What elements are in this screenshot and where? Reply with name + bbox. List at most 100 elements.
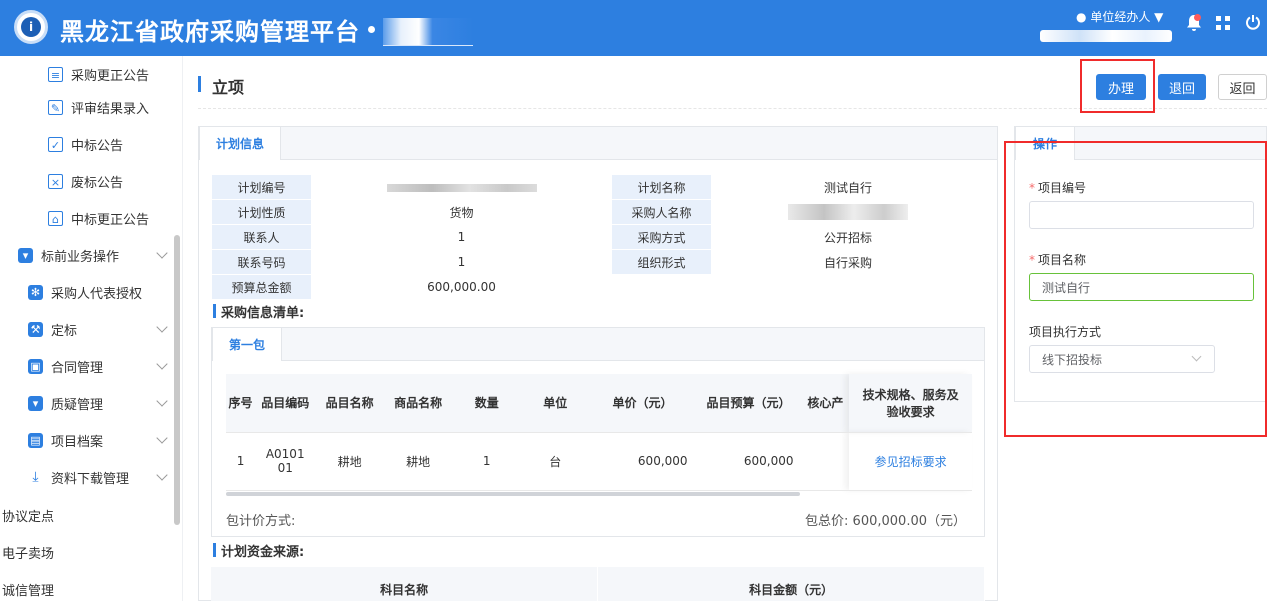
contact-value: 1 [311,224,612,250]
col-code: 品目编码 [255,374,316,433]
sidebar-item-label: 质疑管理 [51,398,104,413]
section-accent-bar [213,543,216,557]
col-qty: 数量 [452,374,522,433]
book-icon: ▤ [28,433,43,448]
cell-qty: 1 [452,432,522,491]
spec-link[interactable]: 参见招标要求 [849,432,972,491]
region-selector[interactable] [383,18,473,46]
table-row: 预算总金额 600,000.00 [211,274,985,300]
chevron-down-icon [156,469,168,481]
chevron-down-icon [156,358,168,370]
fund-source-title: 计划资金来源: [221,545,305,560]
cell-index: 1 [226,432,256,491]
plan-nature-label: 计划性质 [211,199,312,225]
package-panel: 第一包 序号 品目编码 品目名称 商品名称 数量 单位 单价（元） 品目预算（元… [211,327,985,537]
buyer-name-label: 采购人名称 [611,199,712,225]
cell-price: 600,000 [589,432,696,491]
col-subject-name: 科目名称 [211,567,599,601]
sidebar-item-label: 定标 [51,324,78,339]
sidebar-item-credit[interactable]: 诚信管理 [2,571,172,601]
cell-category: 耕地 [315,432,384,491]
sidebar-item-award-correction[interactable]: ⌂ 中标更正公告 [48,200,220,237]
empty-cell [611,274,985,300]
user-role-menu[interactable]: ● 单位经办人 ▼ [1076,8,1163,25]
lock-icon: ▣ [28,359,43,374]
operation-panel: 操作 * 项目编号 * 项目名称 测试自行 项目执行方式 线下招投标 [1014,126,1267,402]
sidebar-item-label: 诚信管理 [2,584,55,599]
sidebar-item-buyer-auth[interactable]: ✻ 采购人代表授权 [28,274,172,311]
sidebar-item-label: 资料下载管理 [51,472,130,487]
purchase-method-value: 公开招标 [711,224,985,250]
table-row: 1 A010101 耕地 耕地 1 台 600,000 600,000 参见招标… [226,432,972,491]
table-row: 联系号码 1 组织形式 自行采购 [211,249,985,275]
plan-nature-value: 货物 [311,199,612,225]
page-title: 立项 [212,78,245,97]
plan-tabbar: 计划信息 [199,126,997,160]
download-icon: ⤓ [32,469,39,485]
sidebar-item-archive[interactable]: ▤ 项目档案 [28,422,172,459]
app-logo: i [14,10,48,44]
sidebar-item-review-entry[interactable]: ✎ 评审结果录入 [48,89,220,126]
user-name [1040,30,1172,42]
sidebar-item-contract[interactable]: ▣ 合同管理 [28,348,172,385]
package-total: 包总价: 600,000.00（元） [805,514,966,529]
table-row: 计划性质 货物 采购人名称 [211,199,985,225]
handle-button[interactable]: 办理 [1096,74,1146,100]
col-subject-amount: 科目金额（元） [597,567,985,601]
user-role-label: 单位经办人 ▼ [1090,10,1164,24]
sidebar-item-agreement[interactable]: 协议定点 [2,497,172,534]
col-spec: 技术规格、服务及验收要求 [849,374,972,433]
sidebar-item-label: 评审结果录入 [71,102,150,117]
exec-method-select[interactable]: 线下招投标 [1029,345,1215,373]
sidebar-item-label: 采购更正公告 [71,69,150,84]
org-form-value: 自行采购 [711,249,985,275]
sidebar-item-label: 中标更正公告 [71,213,150,228]
sidebar-item-label: 电子卖场 [2,547,55,562]
sidebar-item-purchase-correction[interactable]: ≡ 采购更正公告 [48,56,220,93]
project-name-input[interactable]: 测试自行 [1029,273,1254,301]
sidebar: ≡ 采购更正公告 ✎ 评审结果录入 ✓ 中标公告 × 废标公告 ⌂ 中标更正公告 ▾ 标前业… [0,56,183,601]
close-doc-icon: × [48,174,63,189]
edit-icon: ✎ [48,100,63,115]
tab-plan-info[interactable]: 计划信息 [199,126,281,160]
fullscreen-icon[interactable] [1212,14,1234,36]
sidebar-item-award[interactable]: ⚒ 定标 [28,311,172,348]
sidebar-scrollbar[interactable] [174,235,180,525]
plan-name-value: 测试自行 [711,174,985,200]
chevron-down-icon [1191,351,1202,362]
col-index: 序号 [226,374,256,433]
gear-icon: ✻ [28,285,43,300]
tab-operation[interactable]: 操作 [1015,126,1075,160]
sidebar-item-prebid[interactable]: ▾ 标前业务操作 [18,237,172,274]
table-row: 联系人 1 采购方式 公开招标 [211,224,985,250]
chevron-down-icon [156,247,168,259]
sidebar-item-downloads[interactable]: ⤓ 资料下载管理 [28,459,172,496]
purchase-list-title: 采购信息清单: [221,306,305,321]
power-icon[interactable] [1242,14,1264,36]
table-hscrollbar[interactable] [226,492,800,496]
plan-no-label: 计划编号 [211,174,312,200]
gavel-icon: ⚒ [28,322,43,337]
app-title: 黑龙江省政府采购管理平台 [60,18,360,46]
sidebar-item-emall[interactable]: 电子卖场 [2,534,172,571]
cell-code: A010101 [255,432,316,491]
plan-info-table: 计划编号 计划名称 测试自行 计划性质 货物 采购人名称 联系人 1 采购方式 … [211,174,985,300]
divider [198,108,1267,109]
title-accent-bar [198,76,201,92]
section-accent-bar [213,304,216,318]
cell-budget: 600,000 [695,432,802,491]
phone-value: 1 [311,249,612,275]
project-no-input[interactable] [1029,201,1254,229]
tab-package-1[interactable]: 第一包 [212,327,282,361]
col-category: 品目名称 [315,374,384,433]
cell-product: 耕地 [383,432,453,491]
plan-name-label: 计划名称 [611,174,712,200]
document-edit-icon: ≡ [48,67,63,82]
reject-button[interactable]: 退回 [1158,74,1206,100]
sidebar-item-label: 中标公告 [71,139,124,154]
location-icon[interactable] [368,26,375,33]
sidebar-item-void-notice[interactable]: × 废标公告 [48,163,220,200]
sidebar-item-award-notice[interactable]: ✓ 中标公告 [48,126,220,163]
sidebar-item-query[interactable]: ▾ 质疑管理 [28,385,172,422]
back-button[interactable]: 返回 [1218,74,1267,100]
